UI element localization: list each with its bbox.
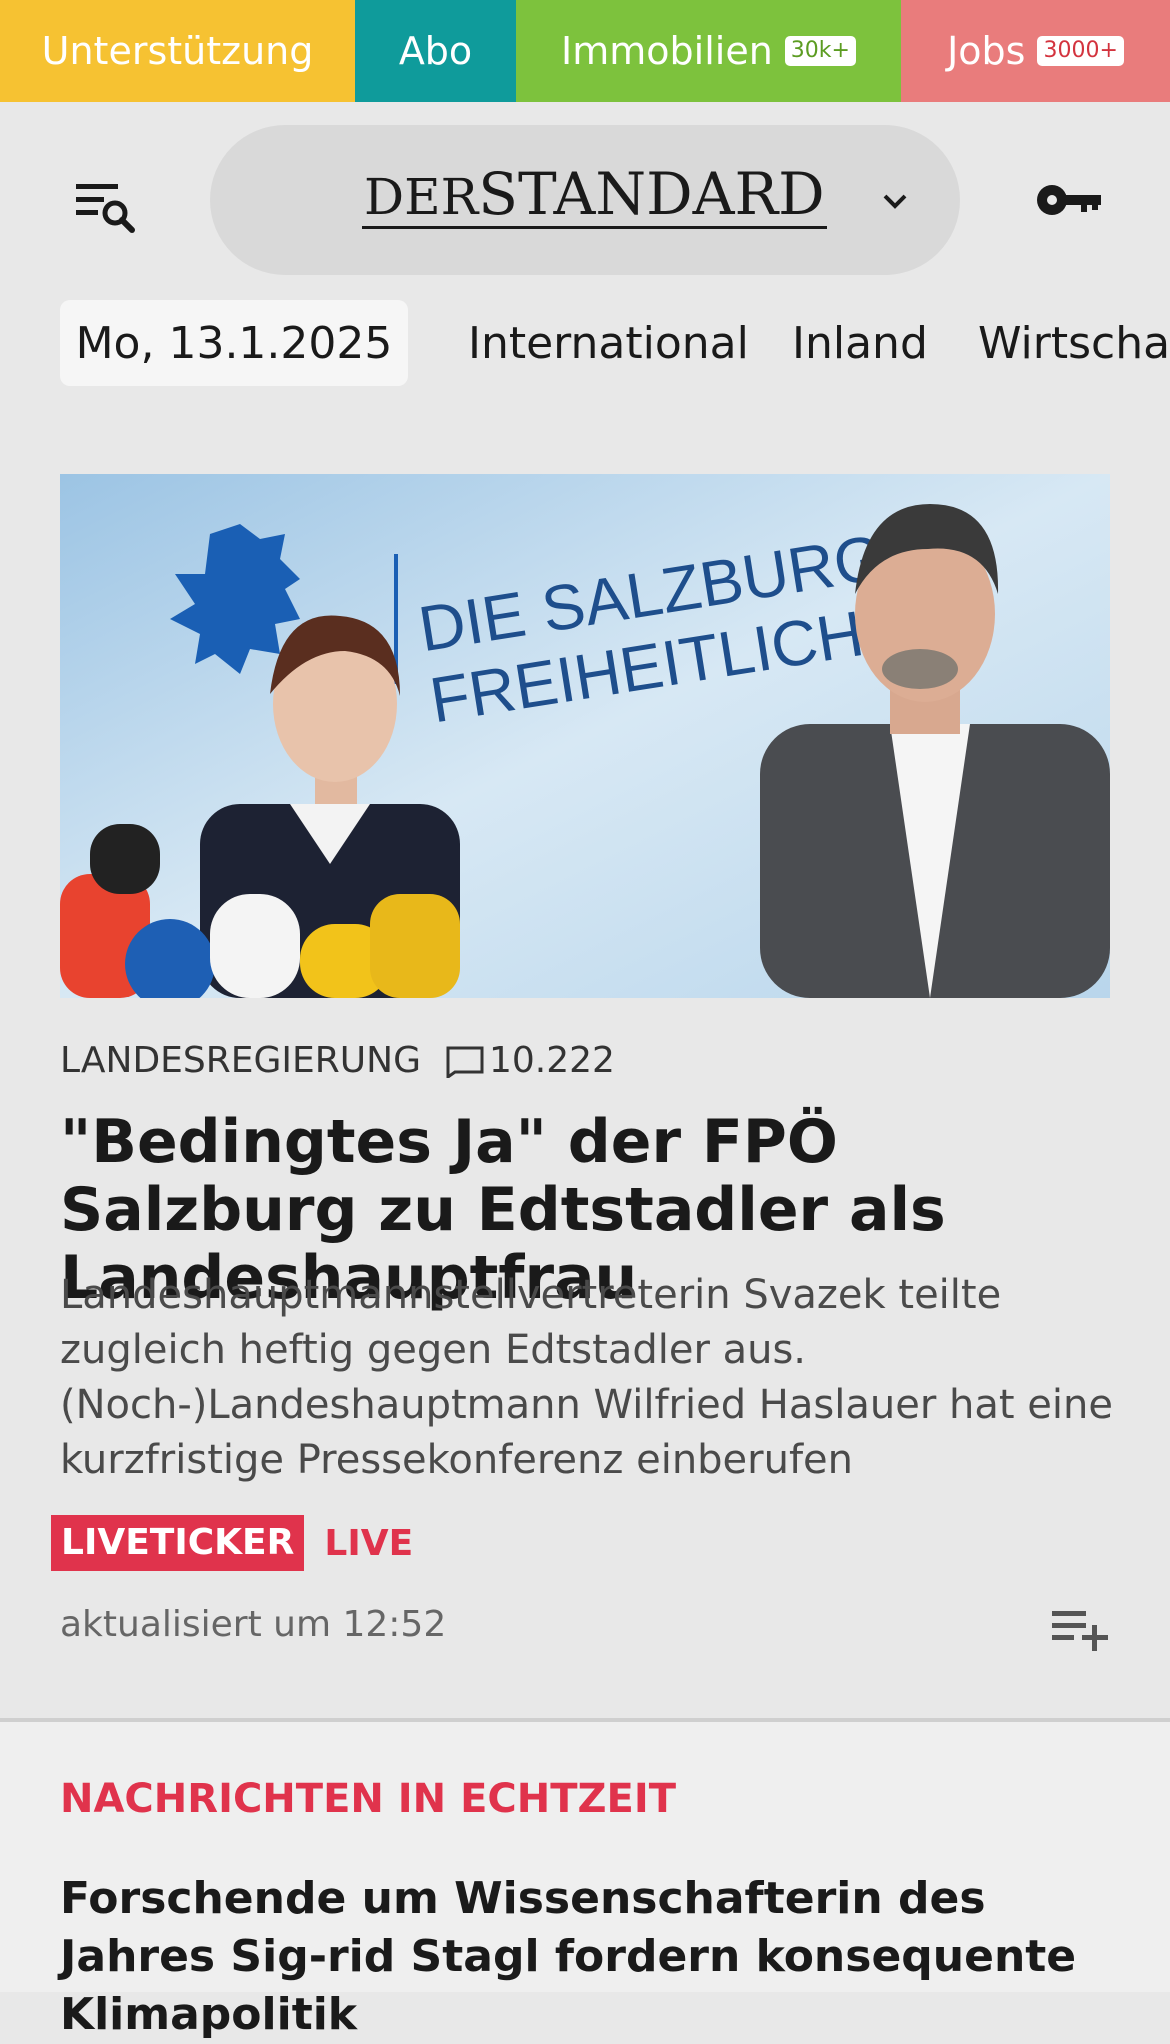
jobs-link[interactable]: Jobs 3000+ [901,0,1170,102]
top-service-bar: Unterstützung Abo Immobilien 30k+ Jobs 3… [0,0,1170,102]
immobilien-count-badge: 30k+ [784,36,856,66]
chevron-down-icon[interactable] [870,177,920,227]
updated-timestamp: aktualisiert um 12:52 [60,1604,447,1645]
menu-search-icon[interactable] [70,170,140,240]
kicker-label[interactable]: LANDESREGIERUNG [60,1040,421,1081]
live-indicator: LIVETICKER LIVE [51,1515,413,1571]
section-article-headline[interactable]: Forschende um Wissenschafterin des Jahre… [60,1870,1120,2044]
liveticker-badge: LIVETICKER [51,1515,305,1571]
section-title[interactable]: NACHRICHTEN IN ECHTZEIT [60,1776,676,1822]
logo-der: DER [364,168,479,226]
article-hero-image[interactable]: DIE SALZBURGER FREIHEITLICHEN [60,474,1110,998]
jobs-label: Jobs [947,29,1026,73]
date-label: Mo, 13.1.2025 [75,317,393,369]
abo-label: Abo [398,29,473,73]
der-standard-logo[interactable]: DERSTANDARD [362,165,827,229]
article-teaser[interactable]: Landeshauptmannstellvertreterin Svazek t… [60,1268,1120,1488]
date-chip[interactable]: Mo, 13.1.2025 [60,300,408,386]
support-label: Unterstützung [41,29,314,73]
jobs-count-badge: 3000+ [1037,36,1124,66]
logo-standard: STANDARD [478,160,825,228]
logo-edition-switcher[interactable]: DERSTANDARD [210,125,960,275]
immobilien-label: Immobilien [561,29,773,73]
comment-icon[interactable] [445,1044,485,1078]
nav-item-international[interactable]: International [468,300,749,386]
key-icon[interactable] [1035,175,1105,225]
nav-item-wirtschaft[interactable]: Wirtschaft [978,300,1170,386]
abo-link[interactable]: Abo [355,0,516,102]
immobilien-link[interactable]: Immobilien 30k+ [516,0,901,102]
playlist-add-icon[interactable] [1050,1605,1112,1653]
section-nav: Mo, 13.1.2025 International Inland Wirts… [60,300,1170,386]
article-kicker: LANDESREGIERUNG 10.222 [60,1040,615,1081]
comment-count[interactable]: 10.222 [489,1040,615,1081]
nav-item-inland[interactable]: Inland [792,300,928,386]
live-label: LIVE [324,1522,414,1564]
support-link[interactable]: Unterstützung [0,0,355,102]
